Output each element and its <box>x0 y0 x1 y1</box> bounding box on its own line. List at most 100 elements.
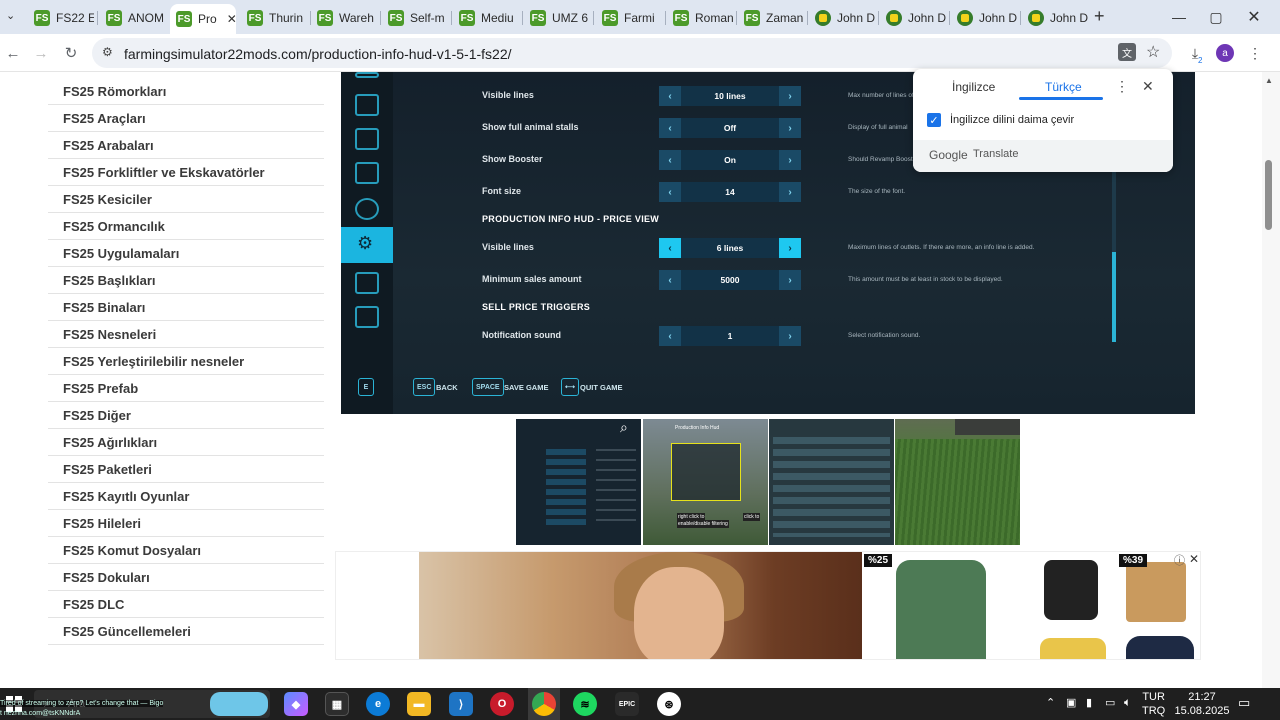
chevron-left-icon[interactable]: ‹ <box>659 238 681 258</box>
epic-games-icon[interactable]: EPIC <box>615 692 639 716</box>
zoom-magnifier-icon[interactable]: ⌕ <box>620 419 628 436</box>
ad-product-bag[interactable] <box>1040 638 1106 659</box>
scroll-up-arrow[interactable]: ▲ <box>1265 76 1273 85</box>
sidebar-category-link[interactable]: FS25 Yerleştirilebilir nesneler <box>48 348 324 375</box>
tab-search-icon[interactable]: ⌄ <box>6 9 15 22</box>
ad-info-icon[interactable]: ⓘ <box>1174 552 1185 568</box>
bookmark-star-icon[interactable]: ☆ <box>1146 42 1160 62</box>
spotify-icon[interactable]: ≋ <box>573 692 597 716</box>
opera-icon[interactable]: O <box>490 692 514 716</box>
menu-kebab-icon[interactable]: ⋮ <box>1244 42 1266 64</box>
chevron-left-icon[interactable]: ‹ <box>659 326 681 346</box>
downloads-icon[interactable]: ⤓ <box>1184 42 1206 64</box>
vscode-icon[interactable]: ⟩ <box>449 692 473 716</box>
sidebar-category-link[interactable]: FS25 DLC <box>48 591 324 618</box>
sidebar-category-link[interactable]: FS25 Kayıtlı Oyunlar <box>48 483 324 510</box>
chevron-left-icon[interactable]: ‹ <box>659 150 681 170</box>
chevron-right-icon[interactable]: › <box>779 326 801 346</box>
translate-tab-target[interactable]: Türkçe <box>1045 80 1082 94</box>
tray-chevron-icon[interactable]: ⌃ <box>1046 696 1055 709</box>
battery-icon[interactable]: ▭ <box>1105 696 1115 709</box>
chevron-right-icon[interactable]: › <box>779 270 801 290</box>
sidebar-category-link[interactable]: FS25 Römorkları <box>48 78 324 105</box>
minimize-button[interactable]: — <box>1164 5 1194 29</box>
chevron-right-icon[interactable]: › <box>779 86 801 106</box>
chevron-left-icon[interactable]: ‹ <box>659 86 681 106</box>
chevron-left-icon[interactable]: ‹ <box>659 182 681 202</box>
file-explorer-icon[interactable]: ▬ <box>407 692 431 716</box>
browser-tab[interactable]: FS FS22 E <box>28 6 94 30</box>
game-setting-stepper[interactable]: ‹ 5000 › <box>659 270 801 290</box>
copilot-icon[interactable]: ◆ <box>284 692 308 716</box>
chevron-left-icon[interactable]: ‹ <box>659 270 681 290</box>
forward-button[interactable]: → <box>30 42 52 64</box>
browser-tab[interactable]: FS Wareh <box>311 6 377 30</box>
sidebar-category-link[interactable]: FS25 Diğer <box>48 402 324 429</box>
browser-tab[interactable]: John D <box>809 6 875 30</box>
sidebar-category-link[interactable]: FS25 Paketleri <box>48 456 324 483</box>
steam-icon[interactable]: ⊛ <box>657 692 681 716</box>
browser-tab[interactable]: FS Farmi <box>596 6 662 30</box>
store-icon[interactable]: ▦ <box>325 692 349 716</box>
advertisement-banner[interactable]: %25 %39 ⓘ ✕ <box>335 551 1201 660</box>
edge-icon[interactable]: e <box>366 692 390 716</box>
thumbnail-1[interactable]: ⌕ <box>516 419 641 545</box>
ad-product-bin[interactable] <box>1044 560 1098 620</box>
chevron-right-icon[interactable]: › <box>779 238 801 258</box>
browser-tab[interactable]: FS UMZ 6 <box>524 6 590 30</box>
ad-product-shorts[interactable] <box>896 560 986 659</box>
game-setting-stepper[interactable]: ‹ 10 lines › <box>659 86 801 106</box>
browser-tab[interactable]: FS Mediu <box>453 6 519 30</box>
site-info-icon[interactable]: ⚙ <box>102 45 113 59</box>
sidebar-category-link[interactable]: FS25 Komut Dosyaları <box>48 537 324 564</box>
sidebar-category-link[interactable]: FS25 Güncellemeleri <box>48 618 324 645</box>
new-tab-button[interactable]: + <box>1094 6 1105 27</box>
translate-icon[interactable]: 文 <box>1118 43 1136 61</box>
game-setting-stepper[interactable]: ‹ 14 › <box>659 182 801 202</box>
sidebar-category-link[interactable]: FS25 Nesneleri <box>48 321 324 348</box>
close-window-button[interactable]: ✕ <box>1239 5 1269 29</box>
sidebar-category-link[interactable]: FS25 Hileleri <box>48 510 324 537</box>
ad-product-cap[interactable] <box>1126 636 1194 659</box>
game-setting-stepper[interactable]: ‹ 1 › <box>659 326 801 346</box>
translate-close-icon[interactable]: ✕ <box>1142 78 1154 95</box>
sidebar-category-link[interactable]: FS25 Ağırlıkları <box>48 429 324 456</box>
ad-product-stool[interactable] <box>1126 562 1186 622</box>
sidebar-category-link[interactable]: FS25 Binaları <box>48 294 324 321</box>
always-translate-checkbox[interactable]: ✓ <box>927 113 941 127</box>
address-bar[interactable]: ⚙ farmingsimulator22mods.com/production-… <box>92 38 1172 68</box>
sidebar-category-link[interactable]: FS25 Araçları <box>48 105 324 132</box>
chevron-right-icon[interactable]: › <box>779 150 801 170</box>
ad-close-icon[interactable]: ✕ <box>1189 552 1199 566</box>
chevron-left-icon[interactable]: ‹ <box>659 118 681 138</box>
tab-close-icon[interactable]: ✕ <box>227 12 236 26</box>
volume-icon[interactable]: 🔈︎ <box>1124 695 1131 710</box>
profile-avatar[interactable]: a <box>1216 44 1234 62</box>
chevron-right-icon[interactable]: › <box>779 182 801 202</box>
sidebar-category-link[interactable]: FS25 Arabaları <box>48 132 324 159</box>
sidebar-category-link[interactable]: FS25 Prefab <box>48 375 324 402</box>
notification-icon[interactable]: ▭ <box>1238 695 1250 711</box>
browser-tab[interactable]: FS Pro ✕ <box>170 4 236 34</box>
taskbar-clock[interactable]: 21:27 15.08.2025 <box>1172 690 1232 718</box>
game-setting-stepper[interactable]: ‹ On › <box>659 150 801 170</box>
translate-tab-source[interactable]: İngilizce <box>952 80 995 94</box>
game-setting-stepper[interactable]: ‹ 6 lines › <box>659 238 801 258</box>
tray-app-icon[interactable]: ▣ <box>1066 696 1076 709</box>
browser-tab[interactable]: FS Self-m <box>382 6 448 30</box>
chevron-right-icon[interactable]: › <box>779 118 801 138</box>
game-setting-stepper[interactable]: ‹ Off › <box>659 118 801 138</box>
sidebar-category-link[interactable]: FS25 Forkliftler ve Ekskavatörler <box>48 159 324 186</box>
input-language[interactable]: TUR TRQ <box>1142 690 1165 718</box>
thumbnail-4[interactable] <box>895 419 1020 545</box>
thumbnail-2[interactable]: Production Info Hud right click to enabl… <box>643 419 768 545</box>
microphone-icon[interactable]: ▮ <box>1086 696 1092 709</box>
page-scroll-thumb[interactable] <box>1265 160 1272 230</box>
browser-tab[interactable]: FS ANOM <box>100 6 166 30</box>
sidebar-category-link[interactable]: FS25 Başlıkları <box>48 267 324 294</box>
browser-tab[interactable]: FS Roman <box>667 6 733 30</box>
browser-tab[interactable]: FS Zaman <box>738 6 804 30</box>
browser-tab[interactable]: John D <box>1022 6 1088 30</box>
browser-tab[interactable]: John D <box>880 6 946 30</box>
thumbnail-3[interactable] <box>769 419 894 545</box>
